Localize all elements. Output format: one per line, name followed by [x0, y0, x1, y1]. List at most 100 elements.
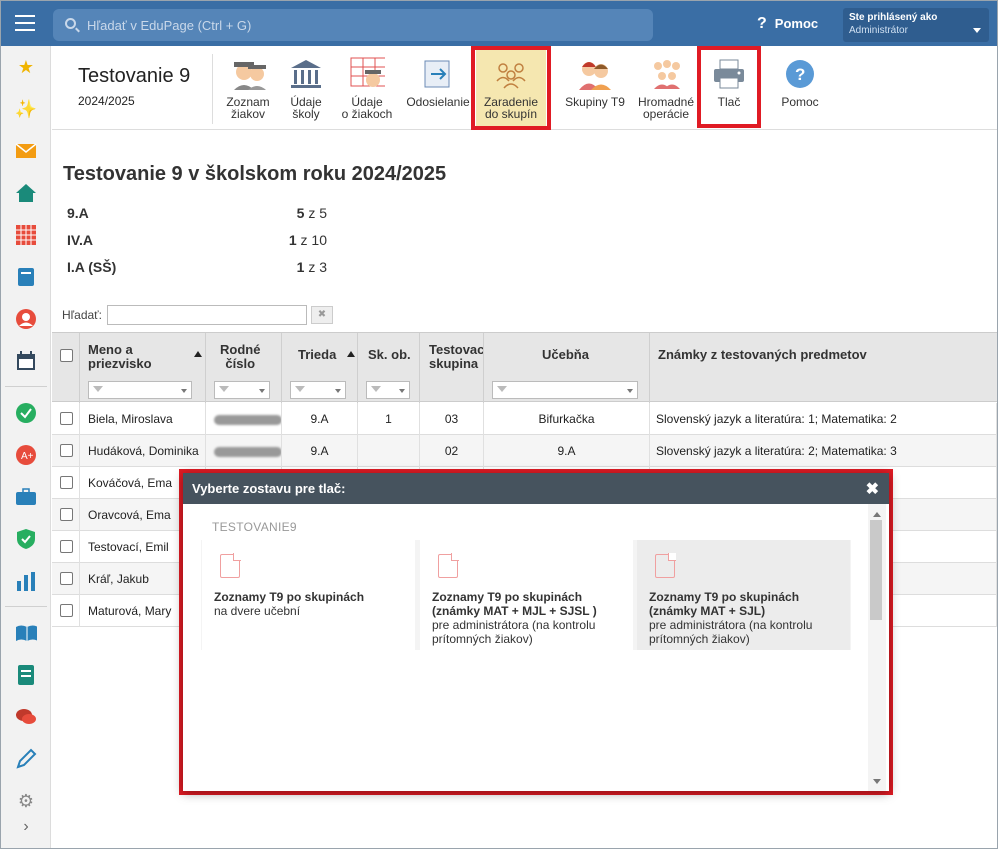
login-user: Administrátor: [849, 25, 908, 36]
open-book-icon[interactable]: [15, 622, 37, 644]
annotation-box: [697, 46, 761, 128]
report-card[interactable]: Zoznamy T9 po skupinách na dvere učební: [202, 540, 415, 650]
column-label: Testovac skupina: [429, 342, 484, 371]
report-card[interactable]: Zoznamy T9 po skupinách (známky MAT + SJ…: [637, 540, 850, 650]
scroll-up-icon[interactable]: [873, 508, 881, 517]
help-label: Pomoc: [774, 16, 819, 31]
briefcase-icon[interactable]: [15, 486, 37, 508]
hamburger-menu-icon[interactable]: [15, 15, 35, 31]
class-count: 1 z 10: [288, 232, 327, 248]
student-data-button[interactable]: Údaje o žiakoch: [338, 48, 396, 128]
help-link[interactable]: ? Pomoc: [757, 15, 818, 33]
column-label: Známky z testovaných predmetov: [658, 347, 867, 362]
class-count: 1 z 3: [296, 259, 327, 275]
toolbar-divider: [212, 54, 213, 124]
scroll-down-icon[interactable]: [873, 779, 881, 788]
bar-chart-icon[interactable]: [15, 570, 37, 592]
chevron-right-icon[interactable]: ›: [15, 816, 37, 838]
school-data-button[interactable]: Údaje školy: [278, 48, 334, 128]
row-checkbox[interactable]: [60, 604, 73, 617]
dialog-scrollbar[interactable]: [868, 504, 886, 791]
chat-icon[interactable]: [15, 706, 37, 728]
crowd-icon: [648, 56, 684, 92]
people-icon: [577, 56, 613, 92]
star-icon[interactable]: ★: [15, 56, 37, 78]
row-checkbox[interactable]: [60, 540, 73, 553]
row-checkbox[interactable]: [60, 476, 73, 489]
mail-icon[interactable]: [15, 140, 37, 162]
button-label: Odosielanie: [406, 95, 470, 109]
row-checkbox[interactable]: [60, 572, 73, 585]
search-icon: [65, 18, 76, 29]
groups-t9-button[interactable]: Skupiny T9: [560, 48, 630, 128]
cell-name: Biela, Miroslava: [80, 403, 206, 435]
button-label: operácie: [642, 107, 690, 121]
row-select-cell: [52, 435, 80, 467]
user-icon[interactable]: [15, 308, 37, 330]
sending-button[interactable]: Odosielanie: [404, 48, 472, 128]
class-count: 5 z 5: [296, 205, 327, 221]
document-icon[interactable]: [15, 664, 37, 686]
row-checkbox[interactable]: [60, 412, 73, 425]
book-icon[interactable]: [15, 266, 37, 288]
cell-trieda: 9.A: [282, 403, 358, 435]
bulk-operations-button[interactable]: Hromadné operácie: [632, 48, 700, 128]
table-row[interactable]: Biela, Miroslava 9.A 1 03 Bifurkačka Slovensk…: [52, 403, 997, 435]
gear-icon[interactable]: ⚙: [15, 790, 37, 812]
print-dialog: Vyberte zostavu pre tlač: ✖ TESTOVANIE9 …: [183, 473, 889, 791]
search-input[interactable]: Hľadať v EduPage (Ctrl + G): [53, 9, 653, 41]
sidebar: ★ ✨ A+ ⚙ ›: [1, 46, 51, 848]
column-sk-ob[interactable]: Sk. ob.: [358, 333, 420, 403]
report-desc: na dvere učební: [214, 604, 301, 618]
clear-filter-button[interactable]: ✖: [311, 306, 333, 324]
report-card[interactable]: Zoznamy T9 po skupinách (známky MAT + MJ…: [420, 540, 633, 650]
column-grades[interactable]: Známky z testovaných predmetov: [650, 333, 997, 403]
column-filter[interactable]: [88, 381, 192, 399]
row-select-cell: [52, 499, 80, 531]
report-desc: pre administrátora (na kontrolu: [649, 618, 813, 632]
cell-ucebna: Bifurkačka: [484, 403, 650, 435]
column-name[interactable]: Meno a priezvisko: [80, 333, 206, 403]
school-building-icon: [288, 56, 324, 92]
column-filter[interactable]: [290, 381, 346, 399]
cell-rc: [206, 403, 282, 435]
cell-rc: [206, 435, 282, 467]
column-label: Rodné číslo: [220, 342, 261, 371]
timetable-icon[interactable]: [15, 224, 37, 246]
grade-icon[interactable]: A+: [15, 444, 37, 466]
dialog-title: Vyberte zostavu pre tlač:: [192, 481, 346, 496]
row-checkbox[interactable]: [60, 508, 73, 521]
column-test-group[interactable]: Testovac skupina: [420, 333, 484, 403]
magic-wand-icon[interactable]: ✨: [15, 98, 37, 120]
login-dropdown[interactable]: Ste prihlásený ako Administrátor: [843, 8, 989, 42]
table-row[interactable]: Hudáková, Dominika 9.A 02 9.A Slovenský jazy…: [52, 435, 997, 467]
help-button[interactable]: ? Pomoc: [772, 48, 828, 128]
student-list-button[interactable]: Zoznam žiakov: [220, 48, 276, 128]
pen-icon[interactable]: [15, 748, 37, 770]
column-filter[interactable]: [214, 381, 270, 399]
filter-label: Hľadať:: [62, 308, 103, 322]
column-birth-number[interactable]: Rodné číslo: [206, 333, 282, 403]
report-title: Zoznamy T9 po skupinách: [432, 590, 583, 604]
shield-icon[interactable]: [15, 528, 37, 550]
column-room[interactable]: Učebňa: [484, 333, 650, 403]
button-label: Skupiny T9: [565, 95, 625, 109]
column-class[interactable]: Trieda: [282, 333, 358, 403]
select-all-checkbox[interactable]: [60, 349, 73, 362]
calendar-icon[interactable]: [15, 350, 37, 372]
scrollbar-thumb[interactable]: [870, 520, 882, 620]
sort-asc-icon: [347, 347, 355, 357]
row-select-cell: [52, 467, 80, 499]
check-circle-icon[interactable]: [15, 402, 37, 424]
svg-text:?: ?: [795, 65, 805, 84]
filter-input[interactable]: [107, 305, 307, 325]
report-title: Zoznamy T9 po skupinách: [214, 590, 365, 604]
home-icon[interactable]: [15, 182, 37, 204]
pdf-icon: [438, 553, 459, 578]
help-circle-icon: ?: [782, 56, 818, 92]
row-checkbox[interactable]: [60, 444, 73, 457]
cell-skupina: 02: [420, 435, 484, 467]
close-icon[interactable]: ✖: [866, 479, 879, 499]
column-filter[interactable]: [366, 381, 410, 399]
column-filter[interactable]: [492, 381, 638, 399]
